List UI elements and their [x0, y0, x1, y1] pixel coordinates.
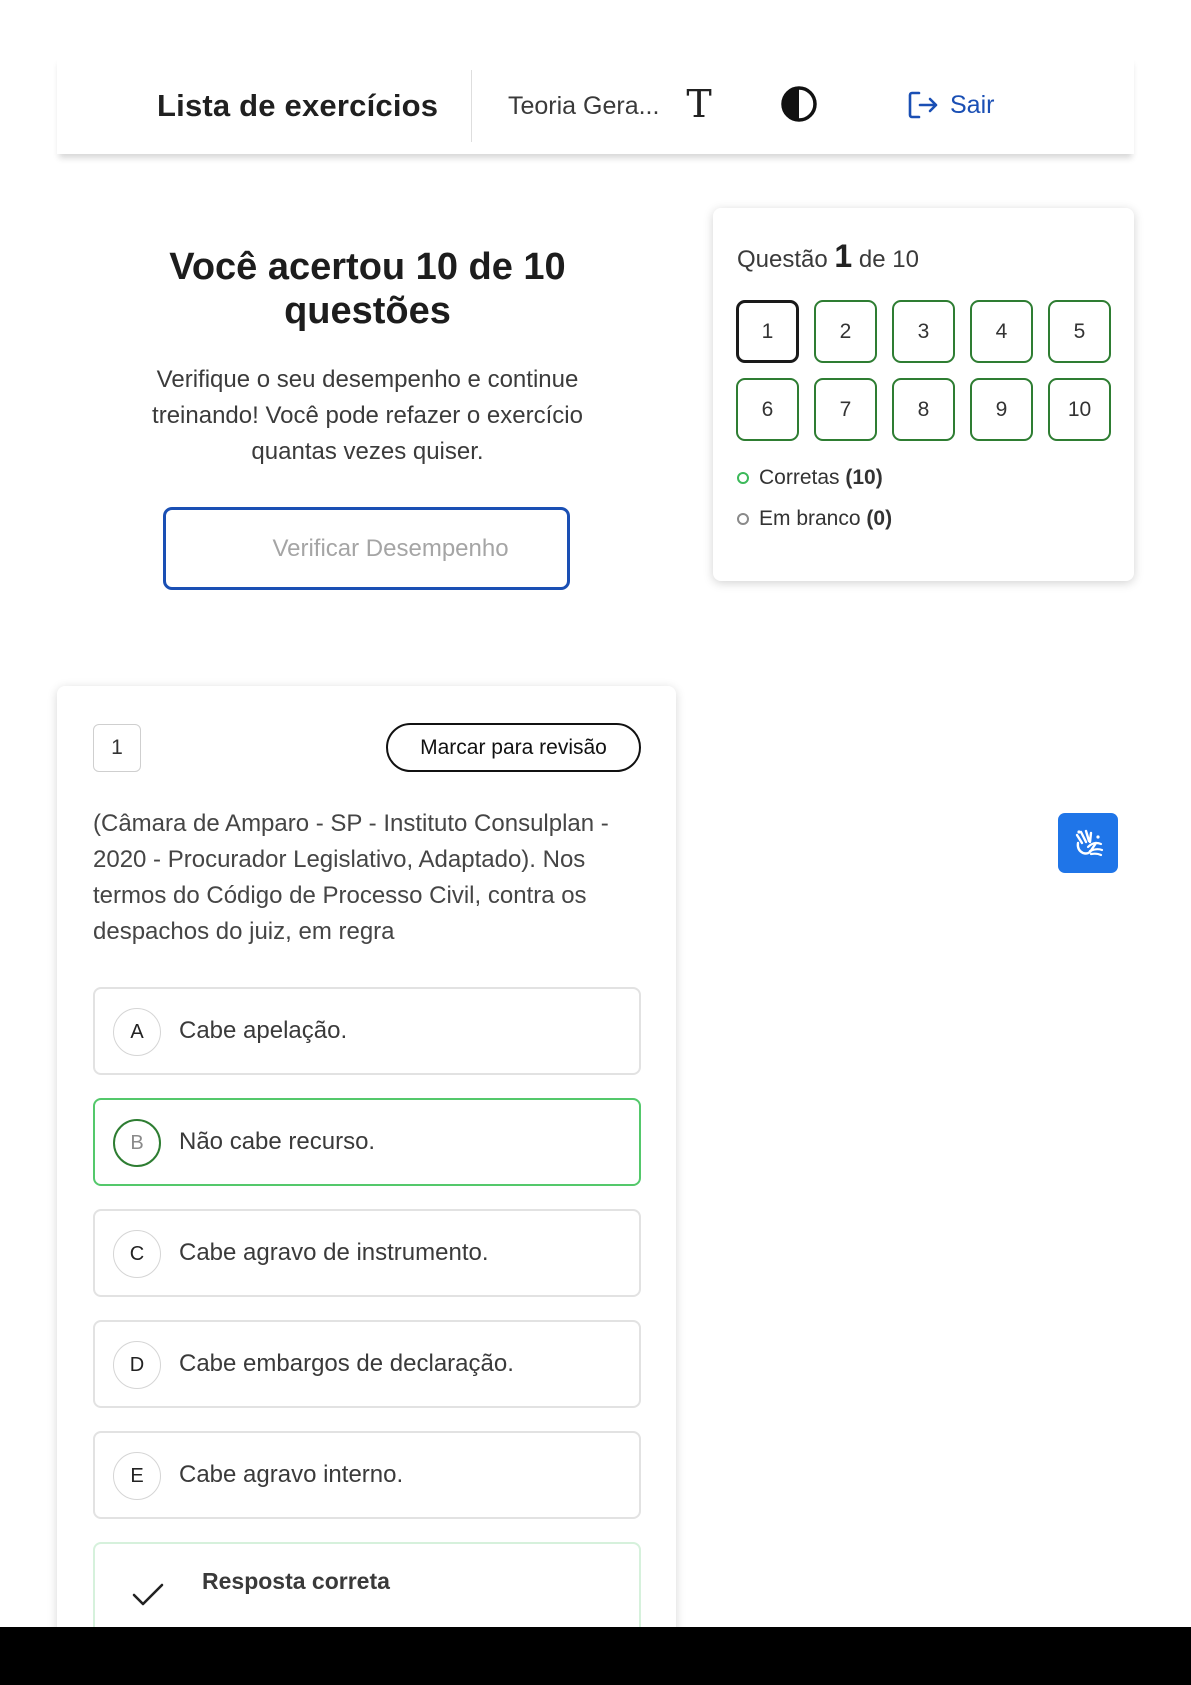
header-divider — [471, 70, 472, 142]
legend-correct-label: Corretas — [759, 466, 840, 489]
option-c[interactable]: C Cabe agravo de instrumento. — [93, 1209, 641, 1297]
logout-icon — [908, 91, 938, 119]
top-header: Lista de exercícios Teoria Gera... T Sai… — [57, 56, 1134, 154]
option-e[interactable]: E Cabe agravo interno. — [93, 1431, 641, 1519]
logout-label: Sair — [950, 90, 995, 119]
option-letter: D — [113, 1341, 161, 1389]
question-button[interactable]: 5 — [1048, 300, 1111, 363]
blank-dot-icon — [737, 513, 749, 525]
question-card: 1 Marcar para revisão (Câmara de Amparo … — [57, 686, 676, 1685]
legend-blank-label: Em branco — [759, 507, 861, 530]
question-counter-prefix: Questão — [737, 246, 828, 273]
option-a[interactable]: A Cabe apelação. — [93, 987, 641, 1075]
option-text: Cabe agravo interno. — [179, 1461, 404, 1488]
sign-language-button[interactable] — [1058, 813, 1118, 873]
bottom-bar — [0, 1627, 1191, 1685]
page-title: Lista de exercícios — [157, 88, 439, 123]
answer-feedback-title: Resposta correta — [202, 1568, 390, 1594]
check-performance-button[interactable]: Verificar Desempenho — [163, 507, 570, 590]
correct-dot-icon — [737, 472, 749, 484]
question-button[interactable]: 3 — [892, 300, 955, 363]
question-button[interactable]: 9 — [970, 378, 1033, 441]
legend-correct: Corretas (10) — [737, 466, 883, 490]
question-counter-suffix: de 10 — [858, 246, 919, 273]
question-button[interactable]: 8 — [892, 378, 955, 441]
subject-name[interactable]: Teoria Gera... — [508, 92, 659, 121]
question-text: (Câmara de Amparo - SP - Instituto Consu… — [93, 810, 609, 945]
legend-correct-count: (10) — [845, 466, 883, 489]
logout-button[interactable]: Sair — [906, 85, 994, 125]
check-icon — [132, 1583, 164, 1606]
question-button[interactable]: 10 — [1048, 378, 1111, 441]
question-button[interactable]: 1 — [736, 300, 799, 363]
legend-blank: Em branco (0) — [737, 507, 892, 531]
question-counter: Questão 1 de 10 — [737, 238, 919, 275]
option-text: Cabe agravo de instrumento. — [179, 1239, 489, 1266]
question-navigator: Questão 1 de 10 1 2 3 4 5 6 7 8 9 10 Cor… — [713, 208, 1134, 581]
result-description: Verifique o seu desempenho e continue tr… — [152, 366, 583, 465]
option-text: Cabe embargos de declaração. — [179, 1350, 514, 1377]
mark-for-review-button[interactable]: Marcar para revisão — [386, 723, 641, 772]
option-letter: C — [113, 1230, 161, 1278]
option-letter: E — [113, 1452, 161, 1500]
option-text: Cabe apelação. — [179, 1017, 348, 1044]
option-letter: A — [113, 1008, 161, 1056]
sign-language-icon — [1075, 829, 1104, 857]
legend-blank-count: (0) — [866, 507, 893, 530]
option-b[interactable]: B Não cabe recurso. — [93, 1098, 641, 1186]
question-counter-current: 1 — [834, 238, 853, 274]
option-text: Não cabe recurso. — [179, 1128, 376, 1155]
option-d[interactable]: D Cabe embargos de declaração. — [93, 1320, 641, 1408]
font-size-icon[interactable]: T — [679, 82, 719, 126]
question-grid: 1 2 3 4 5 6 7 8 9 10 — [736, 300, 1111, 441]
question-number: 1 — [93, 724, 141, 772]
question-button[interactable]: 6 — [736, 378, 799, 441]
option-letter: B — [113, 1119, 161, 1167]
contrast-icon[interactable] — [779, 84, 819, 124]
question-button[interactable]: 7 — [814, 378, 877, 441]
result-title: Você acertou 10 de 10 questões — [169, 246, 566, 332]
page: Lista de exercícios Teoria Gera... T Sai… — [0, 0, 1191, 1685]
question-button[interactable]: 4 — [970, 300, 1033, 363]
question-button[interactable]: 2 — [814, 300, 877, 363]
